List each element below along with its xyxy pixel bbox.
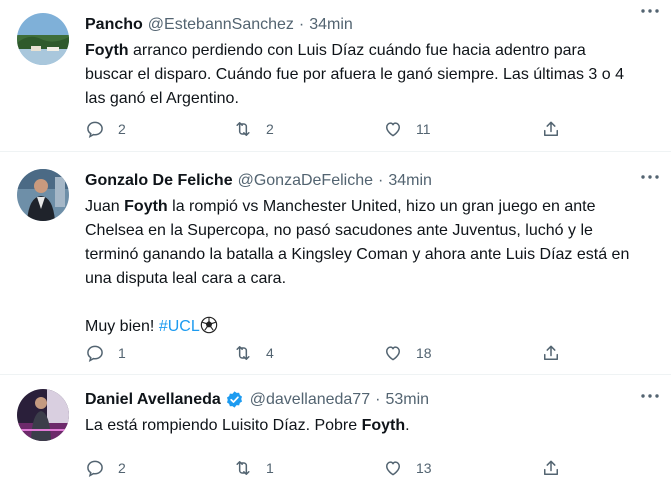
author-handle[interactable]: @GonzaDeFeliche — [238, 170, 373, 191]
avatar[interactable] — [17, 389, 69, 441]
tweet-text-line: Juan Foyth la rompió vs Manchester Unite… — [85, 195, 657, 219]
tweet-text-line: una disputa leal cara a cara. — [85, 267, 657, 291]
share-icon — [544, 460, 558, 475]
tweet[interactable]: Daniel Avellaneda @davellaneda77 · 53min… — [0, 375, 671, 487]
text-segment: la rompió vs Manchester United, hizo un … — [167, 198, 596, 215]
like-count: 13 — [416, 460, 432, 476]
author-handle[interactable]: @EstebannSanchez — [148, 14, 294, 35]
heart-icon — [386, 122, 400, 137]
share-button[interactable] — [541, 119, 561, 139]
soccer-ball-icon — [200, 316, 217, 334]
reply-icon — [87, 460, 103, 477]
text-segment: las ganó el Argentino. — [85, 90, 239, 107]
separator-dot: · — [298, 16, 305, 33]
text-segment: una disputa leal cara a cara. — [85, 270, 287, 287]
more-options-icon[interactable] — [639, 4, 661, 18]
share-icon — [544, 345, 558, 360]
tweet-text-line: terminó ganando la batalla a Kingsley Co… — [85, 243, 657, 267]
text-segment: La está rompiendo Luisito Díaz. Pobre — [85, 417, 362, 434]
retweet-count: 2 — [266, 121, 274, 137]
retweet-button[interactable]: 4 — [233, 343, 274, 363]
tweet-text-line: las ganó el Argentino. — [85, 87, 657, 111]
text-segment: arranco perdiendo con Luis Díaz cuándo f… — [128, 42, 586, 59]
tweet-text-line — [85, 291, 657, 315]
like-button[interactable]: 18 — [383, 343, 432, 363]
text-segment: Muy bien! — [85, 318, 159, 335]
retweet-button[interactable]: 2 — [233, 119, 274, 139]
tweet-text-line: Foyth arranco perdiendo con Luis Díaz cu… — [85, 39, 657, 63]
avatar[interactable] — [17, 13, 69, 65]
bold-keyword: Foyth — [124, 198, 168, 215]
retweet-count: 4 — [266, 345, 274, 361]
reply-button[interactable]: 2 — [85, 458, 126, 478]
retweet-count: 1 — [266, 460, 274, 476]
hashtag-link[interactable]: #UCL — [159, 318, 200, 335]
retweet-icon — [236, 122, 250, 136]
tweet[interactable]: Pancho @EstebannSanchez · 34min Foyth ar… — [0, 0, 671, 152]
more-options-icon[interactable] — [639, 389, 661, 403]
share-button[interactable] — [541, 343, 561, 363]
reply-button[interactable]: 1 — [85, 343, 126, 363]
author-name[interactable]: Daniel Avellaneda — [85, 389, 221, 410]
reply-count: 1 — [118, 345, 126, 361]
tweet-text: La está rompiendo Luisito Díaz. Pobre Fo… — [85, 414, 657, 438]
bold-keyword: Foyth — [85, 42, 129, 59]
tweet-text-line: buscar el disparo. Cuándo fue por afuera… — [85, 63, 657, 87]
share-button[interactable] — [541, 458, 561, 478]
bold-keyword: Foyth — [361, 417, 406, 434]
reply-icon — [87, 121, 103, 138]
like-button[interactable]: 11 — [383, 119, 431, 139]
reply-icon — [87, 345, 103, 362]
like-count: 11 — [416, 121, 431, 137]
timestamp[interactable]: 34min — [309, 14, 353, 35]
reply-button[interactable]: 2 — [85, 119, 126, 139]
heart-icon — [386, 461, 400, 476]
share-icon — [544, 121, 558, 136]
tweet-text-line: La está rompiendo Luisito Díaz. Pobre Fo… — [85, 414, 657, 438]
like-count: 18 — [416, 345, 432, 361]
reply-count: 2 — [118, 121, 126, 137]
heart-icon — [386, 346, 400, 361]
tweet-text-line: Chelsea en la Supercopa, no pasó sacudon… — [85, 219, 657, 243]
author-handle[interactable]: @davellaneda77 — [250, 389, 370, 410]
text-segment: buscar el disparo. Cuándo fue por afuera… — [85, 66, 624, 83]
separator-dot: · — [375, 391, 381, 408]
text-segment: Juan — [85, 198, 125, 215]
text-segment: Chelsea en la Supercopa, no pasó sacudon… — [85, 222, 593, 239]
timestamp[interactable]: 34min — [388, 170, 432, 191]
author-name[interactable]: Pancho — [85, 14, 143, 35]
tweet-text: Foyth arranco perdiendo con Luis Díaz cu… — [85, 39, 657, 111]
retweet-icon — [236, 461, 250, 475]
avatar[interactable] — [17, 169, 69, 221]
text-segment: terminó ganando la batalla a Kingsley Co… — [85, 246, 630, 263]
tweet-text-line: Muy bien! #UCL — [85, 315, 657, 339]
author-name[interactable]: Gonzalo De Feliche — [85, 170, 233, 191]
reply-count: 2 — [118, 460, 126, 476]
separator-dot: · — [378, 172, 384, 189]
like-button[interactable]: 13 — [383, 458, 432, 478]
tweet-text: Juan Foyth la rompió vs Manchester Unite… — [85, 195, 657, 339]
retweet-button[interactable]: 1 — [233, 458, 274, 478]
tweet[interactable]: Gonzalo De Feliche @GonzaDeFeliche · 34m… — [0, 152, 671, 375]
more-options-icon[interactable] — [639, 170, 661, 184]
timestamp[interactable]: 53min — [385, 389, 429, 410]
retweet-icon — [236, 346, 250, 360]
text-segment: . — [405, 417, 410, 434]
verified-badge-icon — [226, 391, 242, 408]
